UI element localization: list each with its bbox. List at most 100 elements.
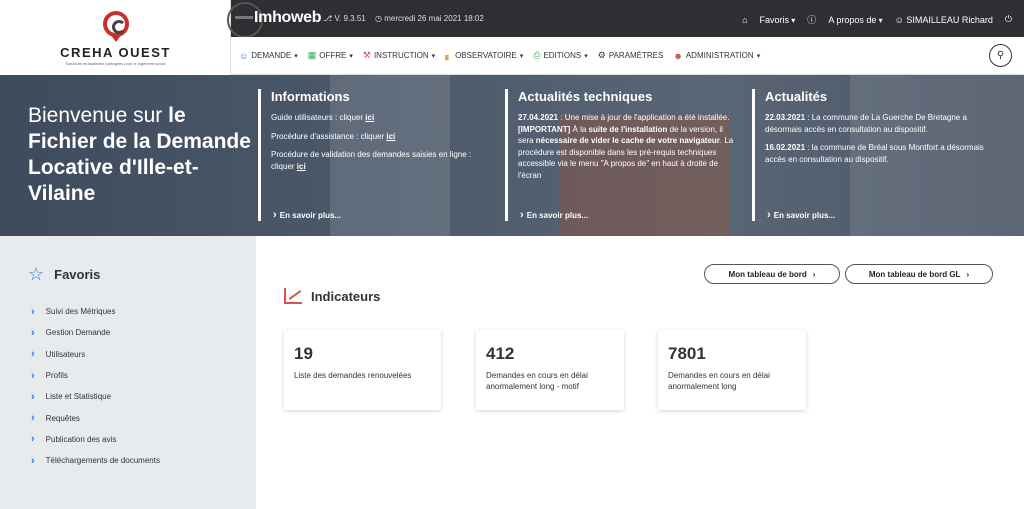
indicator-card[interactable]: 412 Demandes en cours en délai anormalem… — [476, 330, 624, 410]
user-name: SIMAILLEAU Richard — [906, 14, 993, 25]
info-paragraph: Procédure d'assistance : cliquer ici — [271, 131, 490, 143]
column-title: Informations — [271, 89, 350, 104]
search-button[interactable]: ⚲ — [989, 44, 1012, 67]
news-date: 22.03.2021 — [765, 113, 806, 122]
indicator-value: 19 — [294, 344, 313, 363]
favorite-item[interactable]: › Profils — [31, 365, 256, 386]
info-link[interactable]: ici — [297, 162, 306, 171]
building-icon: ▦ — [307, 50, 317, 60]
favorites-sidebar: ☆ Favoris › Suivi des Métriques › Gestion … — [0, 236, 256, 509]
branch-icon: ⎇ — [323, 14, 333, 23]
news-important: [IMPORTANT] — [518, 124, 571, 134]
indicator-value: 7801 — [668, 344, 706, 363]
favorite-item[interactable]: › Liste et Statistique — [31, 386, 256, 407]
main-menu: ☺ DEMANDE ▾ ▦ OFFRE ▾ ⚒ INSTRUCTION ▾ ▖ OBSERVA… — [231, 37, 1024, 75]
chevron-right-icon: › — [812, 269, 816, 279]
favorite-label: Requêtes — [45, 413, 80, 423]
favorite-label: Suivi des Métriques — [45, 307, 116, 317]
indicator-card[interactable]: 19 Liste des demandes renouvelées — [284, 330, 441, 410]
star-icon: ☆ — [28, 264, 45, 284]
favorite-item[interactable]: › Publication des avis — [31, 429, 256, 450]
chevron-right-icon: › — [31, 305, 35, 318]
home-icon[interactable]: ⌂ — [742, 15, 747, 25]
indicator-label: Demandes en cours en délai anormalement … — [486, 371, 588, 391]
menu-instruction[interactable]: ⚒ INSTRUCTION ▾ — [363, 50, 435, 61]
read-more-link[interactable]: En savoir plus... — [767, 209, 835, 221]
menu-label: INSTRUCTION — [373, 51, 429, 60]
favorite-label: Téléchargements de documents — [45, 456, 160, 466]
news-item: 16.02.2021 : la commune de Bréal sous Mo… — [765, 142, 992, 165]
top-bar: Imhoweb ⎇ V. 9.3.51 ◷ mercredi 26 mai 20… — [227, 0, 1024, 38]
dashboard-button[interactable]: Mon tableau de bord › — [704, 264, 840, 284]
news-bold: nécessaire de vider le cache de votre na… — [535, 136, 720, 145]
menu-parametres[interactable]: ⚙ PARAMÈTRES — [598, 50, 664, 61]
read-more-link[interactable]: En savoir plus... — [520, 209, 588, 221]
favorite-item[interactable]: › Utilisateurs — [31, 344, 256, 365]
info-text: Guide utilisateurs : cliquer — [271, 113, 366, 122]
tech-news-column: Actualités techniques 27.04.2021 : Une m… — [505, 89, 735, 221]
favorites-list: › Suivi des Métriques › Gestion Demande › U… — [28, 301, 256, 471]
news-column: Actualités 22.03.2021 : La commune de La… — [752, 89, 992, 221]
indicators-header: Indicateurs — [284, 288, 380, 304]
top-right-nav: ⌂ Favoris ⓘ A propos de ☺ SIMAILLEAU Ric… — [742, 13, 1012, 26]
favorite-item[interactable]: › Gestion Demande — [31, 322, 256, 343]
menu-label: OFFRE — [319, 51, 347, 60]
favorite-item[interactable]: › Téléchargements de documents — [31, 450, 256, 471]
chart-line-icon — [284, 288, 302, 304]
power-icon[interactable]: ⏻ — [1005, 14, 1012, 25]
info-paragraph: Guide utilisateurs : cliquer ici — [271, 112, 490, 124]
app-name[interactable]: Imhoweb — [254, 9, 322, 27]
column-title: Actualités — [765, 89, 828, 104]
chevron-right-icon: › — [31, 390, 35, 403]
main-content: Mon tableau de bord › Mon tableau de bor… — [256, 236, 1024, 509]
chevron-right-icon: › — [31, 412, 35, 425]
menu-administration[interactable]: ☻ ADMINISTRATION ▾ — [673, 51, 760, 61]
info-link[interactable]: ici — [386, 132, 395, 141]
user-icon: ☺ — [239, 50, 249, 61]
favorite-item[interactable]: › Suivi des Métriques — [31, 301, 256, 322]
caret-down-icon: ▾ — [519, 52, 524, 60]
logo-name: CREHA OUEST — [60, 45, 171, 60]
logo-pin-icon — [110, 34, 122, 42]
menu-label: OBSERVATOIRE — [455, 51, 517, 60]
hero-title-bold: le — [168, 104, 186, 127]
logo[interactable]: CREHA OUEST Solutions mutualisées partag… — [0, 0, 231, 75]
indicator-value: 412 — [486, 344, 515, 363]
menu-label: PARAMÈTRES — [608, 51, 664, 60]
button-label: Mon tableau de bord — [728, 269, 807, 279]
chevron-right-icon: › — [31, 348, 35, 361]
favorite-label: Publication des avis — [45, 434, 117, 444]
menu-observatoire[interactable]: ▖ OBSERVATOIRE ▾ — [445, 50, 523, 61]
info-link[interactable]: ici — [365, 113, 374, 122]
favorite-label: Gestion Demande — [45, 328, 111, 338]
print-icon: ⎙ — [533, 50, 541, 60]
help-icon[interactable]: ⓘ — [807, 13, 816, 26]
chevron-right-icon: › — [31, 369, 35, 382]
favorite-label: Liste et Statistique — [45, 392, 112, 402]
user-menu[interactable]: ☺ SIMAILLEAU Richard — [895, 15, 993, 25]
menu-editions[interactable]: ⎙ EDITIONS ▾ — [533, 50, 588, 61]
favorite-item[interactable]: › Requêtes — [31, 407, 256, 428]
caret-down-icon: ▾ — [756, 52, 761, 60]
news-text: : Une mise à jour de l'application a été… — [558, 113, 730, 122]
read-more-link[interactable]: En savoir plus... — [273, 209, 341, 221]
indicator-card[interactable]: 7801 Demandes en cours en délai anormale… — [658, 330, 806, 410]
menu-label: ADMINISTRATION — [685, 51, 754, 60]
chevron-right-icon: › — [31, 433, 35, 446]
chart-icon: ▖ — [445, 50, 453, 60]
search-icon: ⚲ — [996, 50, 1005, 61]
caret-down-icon: ▾ — [294, 52, 298, 60]
menu-offre[interactable]: ▦ OFFRE ▾ — [308, 50, 353, 61]
menu-demande[interactable]: ☺ DEMANDE ▾ — [239, 51, 298, 61]
user-icon: ☺ — [894, 14, 904, 25]
hero-title-bold: Fichier de la Demande Locative d'Ille-et… — [28, 130, 251, 205]
dashboard-gl-button[interactable]: Mon tableau de bord GL › — [845, 264, 993, 284]
favorites-title: Favoris — [54, 267, 101, 282]
cogs-icon: ⚙ — [597, 50, 606, 60]
info-text: Procédure d'assistance : cliquer — [271, 131, 387, 141]
favoris-menu[interactable]: Favoris — [760, 15, 796, 25]
about-menu[interactable]: A propos de — [828, 15, 882, 25]
datetime-label: ◷ mercredi 26 mai 2021 18:02 — [375, 14, 484, 23]
users-icon: ☻ — [673, 50, 683, 61]
news-bold: suite de l'installation — [588, 124, 668, 134]
